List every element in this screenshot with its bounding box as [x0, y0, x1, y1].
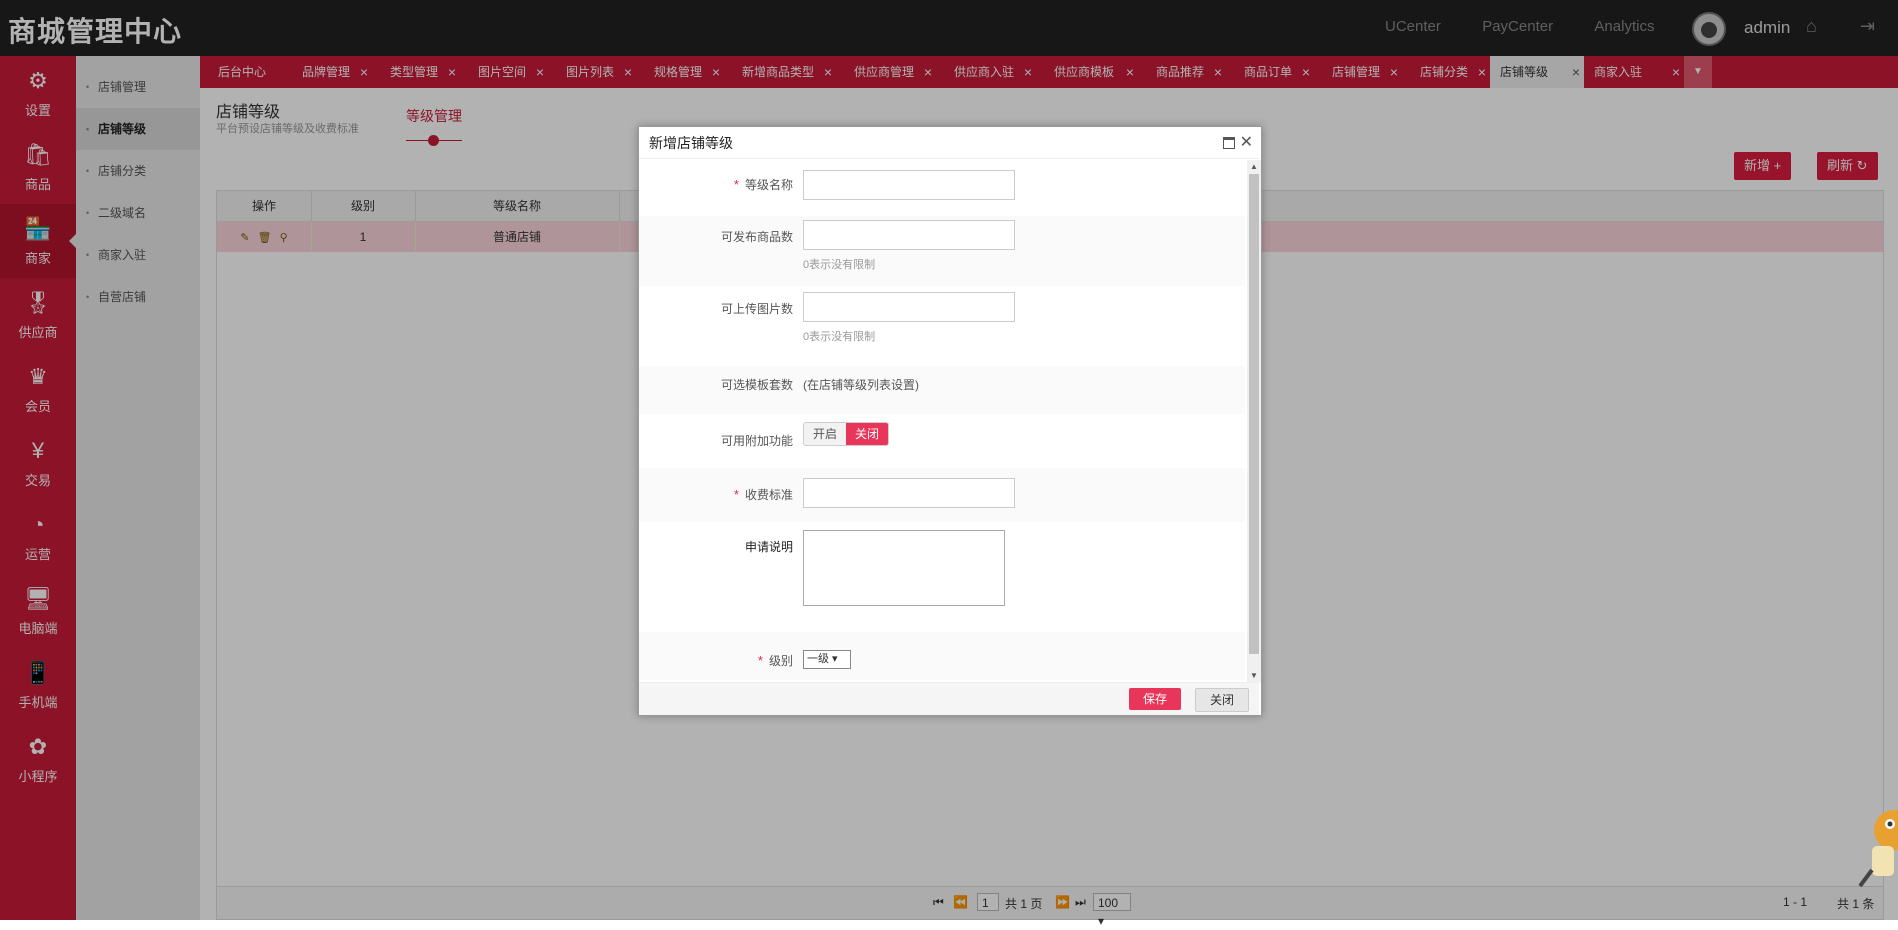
form-row-addon: 可用附加功能 开启 关闭	[639, 414, 1245, 468]
field-label: 可用附加功能	[720, 434, 793, 448]
add-grade-dialog: 新增店铺等级 ✕ * 等级名称 可发布商品数 0表示没有限制 可上传图片数 0表示…	[638, 126, 1262, 716]
form-row-goods-limit: 可发布商品数 0表示没有限制	[639, 216, 1245, 286]
form-row-level: * 级别 一级 ▾	[639, 632, 1245, 680]
dialog-footer: 保存 关闭	[639, 682, 1259, 715]
field-label: 可选模板套数	[720, 378, 793, 392]
maximize-icon[interactable]	[1223, 137, 1235, 149]
template-text: (在店铺等级列表设置)	[803, 378, 919, 392]
level-select[interactable]: 一级 ▾	[803, 650, 851, 669]
field-label: 可发布商品数	[720, 230, 793, 244]
form-row-grade-name: * 等级名称	[639, 160, 1245, 216]
field-label: * 收费标准	[733, 487, 793, 502]
field-label: 可上传图片数	[720, 302, 793, 316]
scroll-down-icon[interactable]: ▼	[1250, 671, 1258, 680]
description-textarea[interactable]	[803, 530, 1005, 606]
grade-name-input[interactable]	[803, 170, 1015, 200]
toggle-off[interactable]: 关闭	[846, 423, 888, 445]
scroll-thumb[interactable]	[1249, 174, 1259, 654]
dialog-title: 新增店铺等级	[639, 127, 1259, 159]
close-icon[interactable]: ✕	[1240, 132, 1253, 152]
field-label: * 等级名称	[733, 177, 793, 192]
image-limit-input[interactable]	[803, 292, 1015, 322]
toggle-on[interactable]: 开启	[804, 423, 846, 445]
save-button[interactable]: 保存	[1129, 688, 1182, 710]
close-button[interactable]: 关闭	[1195, 688, 1250, 712]
dialog-scrollbar[interactable]: ▲ ▼	[1247, 160, 1261, 682]
field-label: 申请说明	[744, 540, 793, 554]
fee-input[interactable]	[803, 478, 1015, 508]
addon-toggle[interactable]: 开启 关闭	[803, 422, 889, 446]
form-row-fee: * 收费标准	[639, 468, 1245, 522]
goods-limit-input[interactable]	[803, 220, 1015, 250]
form-row-template: 可选模板套数 (在店铺等级列表设置)	[639, 366, 1245, 414]
scroll-up-icon[interactable]: ▲	[1250, 162, 1258, 171]
field-label: * 级别	[757, 653, 793, 668]
form-row-description: 申请说明	[639, 522, 1245, 632]
field-hint: 0表示没有限制	[803, 331, 876, 343]
form-row-image-limit: 可上传图片数 0表示没有限制	[639, 286, 1245, 366]
field-hint: 0表示没有限制	[803, 259, 876, 271]
dialog-body: * 等级名称 可发布商品数 0表示没有限制 可上传图片数 0表示没有限制 可选模板…	[639, 160, 1245, 680]
mascot-image	[1858, 790, 1898, 890]
